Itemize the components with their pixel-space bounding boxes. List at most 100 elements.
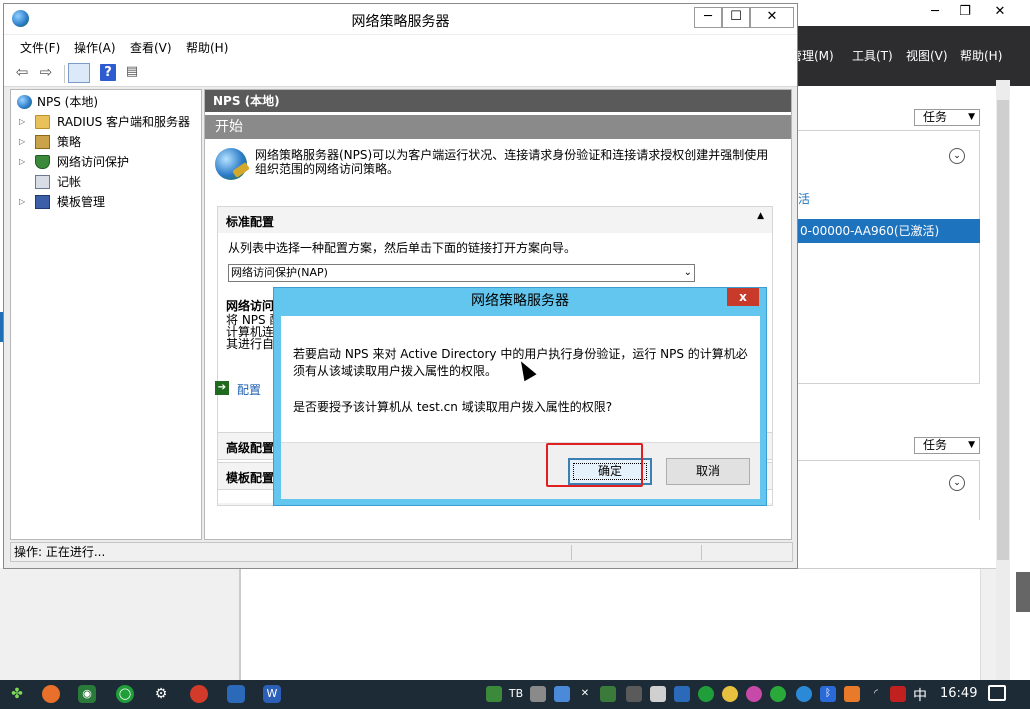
dialog-question: 是否要授予该计算机从 test.cn 域读取用户拨入属性的权限? — [293, 400, 613, 414]
app-eye-icon[interactable]: ◉ — [78, 685, 96, 703]
events-panel — [790, 460, 980, 520]
server-manager-menubar: 管理(M) 工具(T) 视图(V) 帮助(H) — [790, 26, 1030, 86]
tree-item-label: 网络访问保护 — [57, 155, 130, 169]
config-instruction: 从列表中选择一种配置方案，然后单击下面的链接打开方案向导。 — [228, 241, 577, 255]
start-header: 开始 — [205, 115, 791, 139]
tray-window-icon[interactable] — [650, 686, 666, 702]
expand-triangle-icon[interactable]: ▷ — [19, 152, 25, 172]
globe-icon — [17, 95, 32, 109]
scrollbar-thumb[interactable] — [997, 100, 1009, 560]
taskbar: ✤ ◉ ◯ ⚙ W TB ✕ ᛒ ◜ 中 16:49 — [0, 680, 1030, 709]
ime-indicator[interactable]: 中 — [913, 685, 927, 705]
word-icon[interactable]: W — [263, 685, 281, 703]
volume-muted-icon[interactable]: ✕ — [577, 686, 593, 702]
help-icon[interactable]: ? — [100, 64, 116, 81]
tray-app-icon[interactable] — [486, 686, 502, 702]
tasks-dropdown[interactable]: 任务 ▼ — [914, 109, 980, 126]
intro-text: 网络策略服务器(NPS)可以为客户端运行状况、连接请求身份验证和连接请求授权创建… — [255, 148, 769, 176]
forward-arrow-icon[interactable]: ⇨ — [36, 63, 56, 81]
tasks-label: 任务 — [923, 110, 948, 124]
policy-icon — [35, 135, 50, 149]
restore-icon[interactable]: ❐ — [950, 2, 980, 22]
settings-gear-icon[interactable]: ⚙ — [152, 685, 170, 703]
menu-view[interactable]: 视图(V) — [906, 47, 948, 64]
selected-row[interactable]: 0-00000-AA960(已激活) — [790, 219, 980, 243]
tree-item-templates[interactable]: ▷ 模板管理 — [11, 192, 201, 212]
status-divider — [701, 545, 702, 560]
tree-item-nps-local[interactable]: NPS (本地) — [11, 92, 201, 112]
tree-item-label: RADIUS 客户端和服务器 — [57, 115, 191, 129]
tasks-dropdown-2[interactable]: 任务 ▼ — [914, 437, 980, 454]
expand-triangle-icon[interactable]: ▷ — [19, 192, 25, 212]
collapse-arrow-icon[interactable]: ▲ — [757, 211, 764, 221]
green-circle-icon[interactable]: ◯ — [116, 685, 134, 703]
dropdown-arrow-icon: ▼ — [968, 440, 975, 450]
expand-triangle-icon[interactable]: ▷ — [19, 112, 25, 132]
tray-colorful-icon[interactable] — [746, 686, 762, 702]
security-shield-icon[interactable] — [600, 686, 616, 702]
scenario-select[interactable]: 网络访问保护(NAP) ⌄ — [228, 264, 695, 282]
expand-triangle-icon[interactable]: ▷ — [19, 132, 25, 152]
tree-item-nap[interactable]: ▷ 网络访问保护 — [11, 152, 201, 172]
status-bar: 操作: 正在进行... — [10, 542, 793, 562]
tasks-label-2: 任务 — [923, 438, 948, 452]
pane-header: NPS (本地) — [205, 90, 791, 112]
menu-view[interactable]: 查看(V) — [130, 39, 172, 56]
go-arrow-icon: ➔ — [215, 381, 229, 395]
status-divider — [571, 545, 572, 560]
folder-icon — [35, 115, 50, 129]
minimize-icon[interactable]: ─ — [920, 2, 950, 22]
wifi-icon[interactable]: ◜ — [868, 686, 884, 702]
close-icon[interactable]: ✕ — [985, 2, 1015, 22]
annotation-highlight-box — [546, 443, 643, 487]
tree-item-radius[interactable]: ▷ RADIUS 客户端和服务器 — [11, 112, 201, 132]
tray-gamepad-icon[interactable] — [626, 686, 642, 702]
tray-red-icon[interactable] — [890, 686, 906, 702]
activation-link[interactable]: 活 — [798, 190, 810, 207]
menu-help[interactable]: 帮助(H) — [960, 47, 1002, 64]
minimize-button[interactable]: ─ — [694, 7, 722, 28]
close-button[interactable]: ✕ — [750, 7, 794, 28]
tree-item-label: 模板管理 — [57, 195, 106, 209]
menu-file[interactable]: 文件(F) — [20, 39, 60, 56]
back-arrow-icon[interactable]: ⇦ — [12, 63, 32, 81]
cancel-button[interactable]: 取消 — [666, 458, 750, 485]
action-pane-icon[interactable]: ▤ — [122, 63, 142, 81]
menu-action[interactable]: 操作(A) — [74, 39, 116, 56]
tray-blue-icon[interactable] — [674, 686, 690, 702]
tray-green-icon[interactable] — [698, 686, 714, 702]
notification-icon[interactable] — [988, 685, 1006, 701]
menu-tools[interactable]: 工具(T) — [852, 47, 893, 64]
expand-circle-icon[interactable]: ⌄ — [949, 148, 965, 164]
configure-link[interactable]: 配置 — [237, 381, 261, 398]
bluetooth-icon[interactable]: ᛒ — [820, 686, 836, 702]
image-viewer-icon[interactable] — [227, 685, 245, 703]
section-title[interactable]: 标准配置 — [218, 207, 772, 233]
tray-tb-icon[interactable]: TB — [508, 686, 524, 702]
printer-icon[interactable] — [530, 686, 546, 702]
tree-item-policies[interactable]: ▷ 策略 — [11, 132, 201, 152]
main-scrollbar[interactable] — [996, 80, 1010, 680]
tree-item-label: 策略 — [57, 135, 82, 149]
tree-item-accounting[interactable]: 记帐 — [11, 172, 201, 192]
start-clover-icon[interactable]: ✤ — [8, 685, 26, 703]
tree-item-label: 记帐 — [57, 175, 82, 189]
clock[interactable]: 16:49 — [940, 686, 977, 701]
firefox-icon[interactable] — [42, 685, 60, 703]
maximize-button[interactable]: ☐ — [722, 7, 750, 28]
tree-item-label: NPS (本地) — [37, 95, 99, 109]
tray-orange-icon[interactable] — [844, 686, 860, 702]
nps-menubar: 文件(F) 操作(A) 查看(V) 帮助(H) — [4, 35, 797, 57]
tray-cloud-icon[interactable] — [796, 686, 812, 702]
show-console-tree-icon[interactable] — [68, 63, 90, 83]
expand-circle-icon-2[interactable]: ⌄ — [949, 475, 965, 491]
dropdown-arrow-icon: ▼ — [968, 112, 975, 122]
dialog-close-button[interactable]: x — [727, 288, 759, 306]
wechat-icon[interactable] — [770, 686, 786, 702]
qq-penguin-icon[interactable] — [722, 686, 738, 702]
bottom-scrollbar[interactable] — [980, 569, 996, 681]
network-box-icon[interactable] — [554, 686, 570, 702]
menu-help[interactable]: 帮助(H) — [186, 39, 228, 56]
red-app-icon[interactable] — [190, 685, 208, 703]
server-manager-titlebar: ─ ❐ ✕ — [790, 0, 1030, 26]
